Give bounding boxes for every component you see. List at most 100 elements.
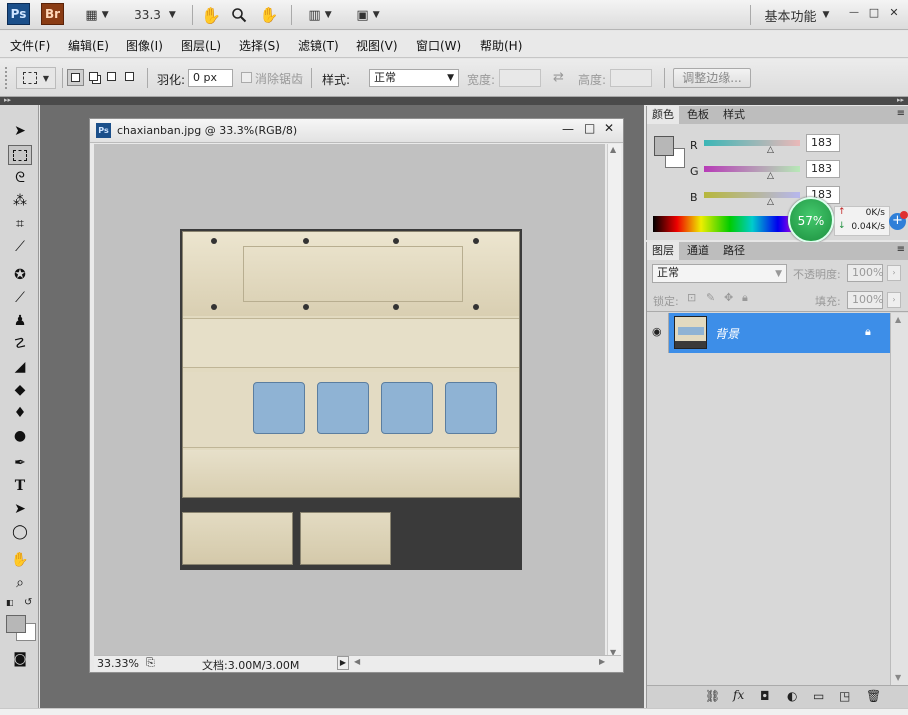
feather-input[interactable]: 0 px — [188, 69, 233, 87]
eyedropper-tool-icon[interactable]: ⟋ — [8, 237, 32, 257]
menu-filter[interactable]: 滤镜(T) — [298, 37, 339, 54]
status-menu-icon[interactable]: ⎘ — [146, 656, 155, 670]
path-selection-tool-icon[interactable]: ➤ — [8, 499, 32, 519]
network-speed-gauge[interactable]: 57% — [788, 197, 834, 243]
lock-pixels-icon[interactable]: ✎ — [706, 291, 715, 304]
tab-styles[interactable]: 样式 — [718, 106, 750, 124]
rotate-view-icon[interactable]: ✋ — [258, 5, 280, 25]
layer-visibility-toggle[interactable]: ◉ — [648, 313, 669, 353]
hand-tool-icon[interactable]: ✋ — [200, 5, 222, 25]
menu-edit[interactable]: 编辑(E) — [68, 37, 109, 54]
delete-layer-icon[interactable]: 🗑︎ — [866, 689, 881, 703]
zoom-tool-icon[interactable]: ⌕ — [8, 573, 32, 593]
doc-minimize-button[interactable]: — — [562, 122, 574, 136]
brush-tool-icon[interactable]: ⟋ — [8, 288, 32, 308]
close-button[interactable]: ✕ — [886, 4, 902, 20]
screen-mode-button[interactable]: ▣ ▼ — [350, 5, 386, 25]
intersect-selection-button[interactable] — [122, 69, 139, 86]
new-layer-icon[interactable]: ◳ — [839, 689, 850, 703]
style-select[interactable]: 正常 ▼ — [369, 69, 459, 87]
tab-paths[interactable]: 路径 — [718, 242, 750, 260]
r-value-input[interactable]: 183 — [806, 134, 840, 152]
document-titlebar[interactable]: Ps chaxianban.jpg @ 33.3%(RGB/8) — □ ✕ — [90, 119, 623, 143]
status-flyout-arrow-icon[interactable]: ▶ — [337, 656, 349, 670]
tool-preset-picker[interactable]: ▼ — [16, 67, 56, 89]
layer-mask-icon[interactable]: ◘ — [760, 689, 770, 703]
scroll-right-icon[interactable]: ▶ — [599, 657, 605, 666]
new-selection-button[interactable] — [67, 69, 84, 86]
antialias-checkbox[interactable] — [241, 72, 252, 83]
tab-channels[interactable]: 通道 — [682, 242, 714, 260]
scroll-down-icon[interactable]: ▼ — [895, 673, 901, 682]
rectangular-marquee-tool-icon[interactable] — [8, 145, 32, 165]
scroll-up-icon[interactable]: ▲ — [895, 315, 901, 324]
g-slider-thumb[interactable]: △ — [767, 171, 774, 181]
doc-close-button[interactable]: ✕ — [604, 121, 614, 135]
crop-tool-icon[interactable]: ⌗ — [8, 214, 32, 234]
r-slider-thumb[interactable]: △ — [767, 145, 774, 155]
spot-healing-brush-icon[interactable]: ✪ — [8, 265, 32, 285]
eraser-tool-icon[interactable]: ◢ — [8, 357, 32, 377]
paint-bucket-tool-icon[interactable]: ◆ — [8, 380, 32, 400]
history-brush-tool-icon[interactable]: ☡ — [8, 334, 32, 354]
menu-window[interactable]: 窗口(W) — [416, 37, 461, 54]
layer-name[interactable]: 背景 — [715, 325, 739, 342]
blur-tool-icon[interactable]: ♦ — [8, 403, 32, 423]
lock-transparency-icon[interactable]: ⊡ — [687, 291, 696, 304]
dodge-tool-icon[interactable]: ● — [8, 426, 32, 446]
menu-file[interactable]: 文件(F) — [10, 37, 50, 54]
minimize-button[interactable]: — — [846, 4, 862, 20]
canvas-area[interactable] — [94, 144, 605, 660]
vertical-scrollbar[interactable]: ▲ ▼ — [607, 144, 621, 660]
b-slider[interactable] — [704, 192, 800, 198]
foreground-color-swatch[interactable] — [6, 615, 26, 633]
menu-layer[interactable]: 图层(L) — [181, 37, 221, 54]
zoom-percentage[interactable]: 33.33% — [97, 657, 139, 670]
opacity-input[interactable]: 100% — [847, 264, 883, 282]
adjustment-layer-icon[interactable]: ◐ — [787, 689, 797, 703]
swap-icon[interactable]: ⇄ — [553, 70, 564, 85]
grip-handle[interactable] — [5, 67, 12, 89]
g-slider[interactable] — [704, 166, 800, 172]
ellipse-tool-icon[interactable]: ◯ — [8, 522, 32, 542]
new-group-icon[interactable]: ▭ — [813, 689, 824, 703]
add-to-selection-button[interactable] — [86, 69, 103, 86]
hand-tool-icon[interactable]: ✋ — [8, 550, 32, 570]
fill-flyout-icon[interactable]: › — [887, 292, 901, 308]
layer-row-background[interactable]: ◉ 背景 🔒︎ — [648, 313, 890, 353]
doc-maximize-button[interactable]: □ — [584, 121, 595, 135]
clone-stamp-tool-icon[interactable]: ♟ — [8, 311, 32, 331]
link-layers-icon[interactable]: ⛓ — [705, 689, 720, 703]
scroll-up-icon[interactable]: ▲ — [610, 145, 616, 154]
r-slider[interactable] — [704, 140, 800, 146]
lasso-tool-icon[interactable]: ᘓ — [8, 168, 32, 188]
tab-layers[interactable]: 图层 — [647, 242, 679, 260]
default-colors-icon[interactable]: ◧ — [6, 598, 14, 607]
g-value-input[interactable]: 183 — [806, 160, 840, 178]
height-input[interactable] — [610, 69, 652, 87]
maximize-button[interactable]: □ — [866, 4, 882, 20]
menu-help[interactable]: 帮助(H) — [480, 37, 522, 54]
bridge-button[interactable]: Br — [41, 3, 64, 25]
pen-tool-icon[interactable]: ✒ — [8, 453, 32, 473]
arrange-documents-button[interactable]: ▥ ▼ — [302, 5, 338, 25]
layers-scrollbar[interactable]: ▲ ▼ — [890, 313, 908, 685]
menu-view[interactable]: 视图(V) — [356, 37, 398, 54]
tab-swatches[interactable]: 色板 — [682, 106, 714, 124]
width-input[interactable] — [499, 69, 541, 87]
lock-position-icon[interactable]: ✥ — [724, 291, 733, 304]
lock-all-icon[interactable]: 🔒︎ — [742, 291, 748, 305]
fill-input[interactable]: 100% — [847, 291, 883, 309]
screen-layout-button[interactable]: ▦ ▼ — [80, 5, 114, 25]
panel-menu-icon[interactable]: ≡ — [897, 108, 905, 119]
quick-mask-icon[interactable]: ◙ — [8, 649, 32, 669]
scroll-left-icon[interactable]: ◀ — [354, 657, 360, 666]
workspace-switcher[interactable]: 基本功能 ▼ — [760, 5, 834, 25]
magic-wand-tool-icon[interactable]: ⁂ — [8, 191, 32, 211]
zoom-tool-icon[interactable] — [228, 5, 250, 25]
menu-image[interactable]: 图像(I) — [126, 37, 163, 54]
refine-edge-button[interactable]: 调整边缘... — [673, 68, 751, 88]
subtract-from-selection-button[interactable] — [104, 69, 121, 86]
type-tool-icon[interactable]: T — [8, 476, 32, 496]
zoom-level-dropdown[interactable]: 33.3 ▼ — [132, 5, 178, 25]
